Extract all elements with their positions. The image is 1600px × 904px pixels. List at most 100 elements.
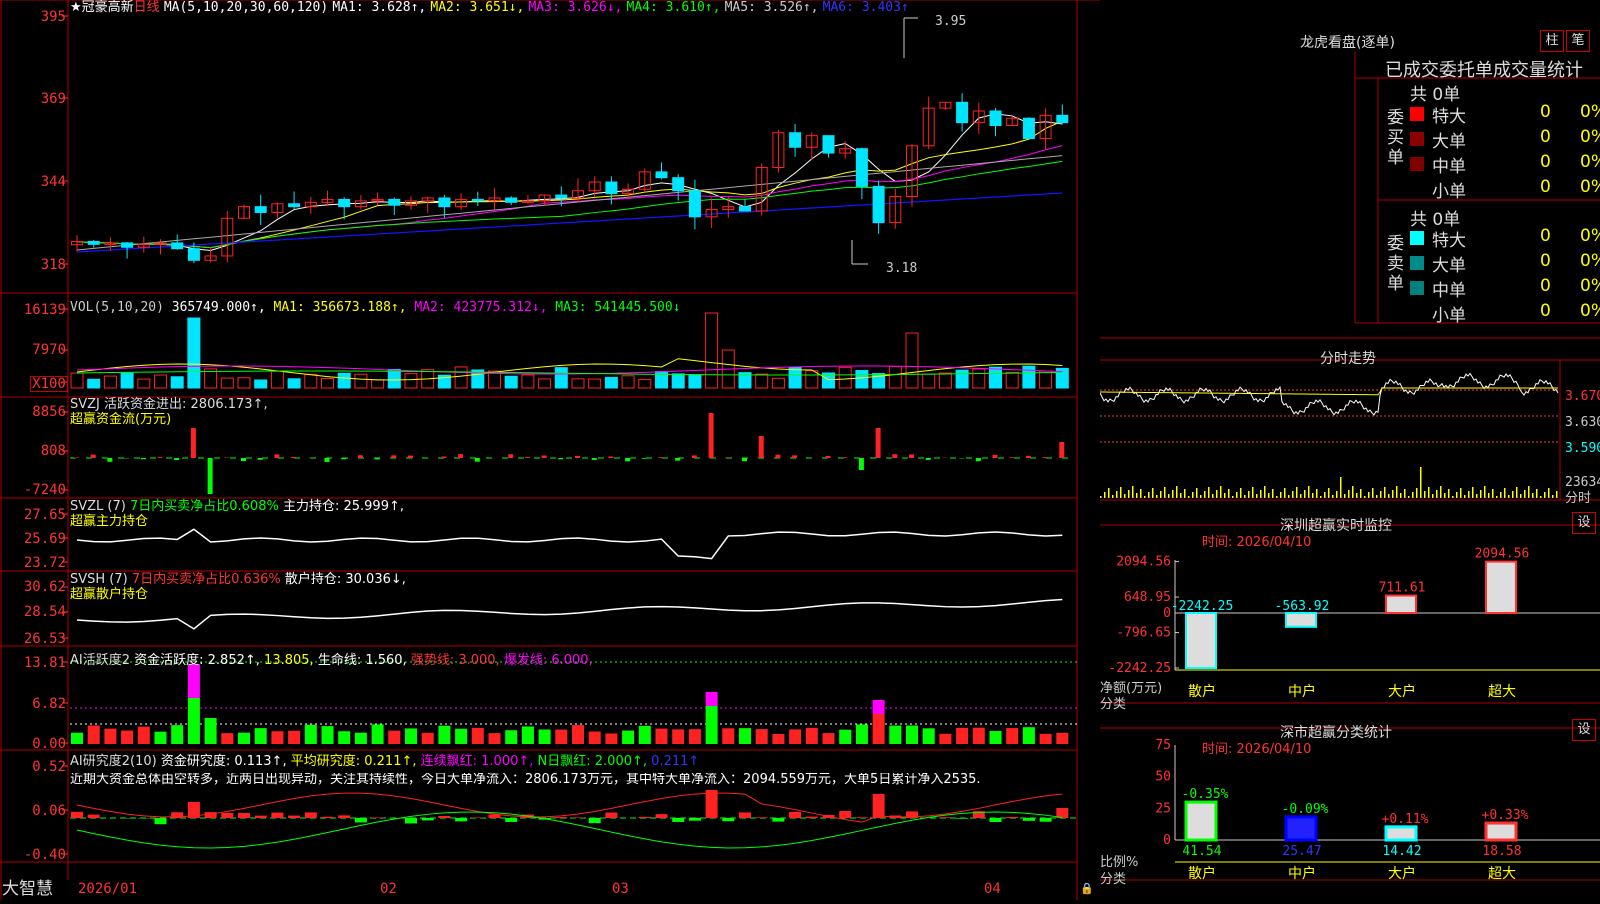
- brand-logo-text: 大智慧: [2, 880, 53, 898]
- flow-bar: [608, 456, 613, 458]
- buy-order-row: 特大00%: [1410, 102, 1600, 126]
- candle-body: [289, 204, 300, 207]
- ma3-value: MA3: 3.626↓,: [528, 0, 622, 15]
- research-bar: [238, 813, 250, 818]
- activity-bar: [656, 729, 668, 744]
- activity-bar: [572, 725, 584, 744]
- activity-bar: [1040, 734, 1052, 744]
- activity-bar: [238, 733, 250, 744]
- order-count: 0: [1540, 251, 1551, 271]
- volume-bar: [288, 379, 300, 388]
- fenshi-volume-bar: [1552, 495, 1554, 498]
- activity-bar: [455, 729, 467, 744]
- ma1-value: MA1: 3.628↑,: [332, 0, 426, 15]
- vol-unit-label[interactable]: X100: [30, 376, 68, 392]
- order-count: 0: [1540, 102, 1551, 122]
- class-y-label: 25: [1155, 801, 1171, 816]
- fenshi-volume-bar: [1548, 488, 1550, 498]
- svzj-axis-label: -7240: [0, 483, 66, 497]
- fenshi-volume-bar: [1160, 491, 1162, 498]
- bar-mode-button[interactable]: 柱: [1540, 30, 1564, 52]
- lock-icon[interactable]: 🔒: [1080, 882, 1094, 896]
- activity-bar: [288, 731, 300, 744]
- candle-body: [689, 191, 700, 217]
- svzj-axis-label: 8856: [0, 405, 66, 419]
- flow-bar: [358, 455, 363, 458]
- flow-bar: [909, 454, 914, 458]
- price-axis-label: 395: [0, 10, 66, 24]
- volume-bar: [104, 376, 116, 388]
- class-value-label: 14.42: [1382, 844, 1421, 859]
- activity-bar: [689, 729, 701, 744]
- fenshi-volume-bar: [1252, 487, 1254, 498]
- flow-bar: [508, 454, 513, 458]
- fenshi-volume-bar: [1452, 496, 1454, 498]
- volume-bar: [221, 378, 233, 388]
- class-category-label: 散户: [1188, 865, 1216, 882]
- order-type-label: 特大: [1432, 102, 1466, 127]
- flow-bar: [174, 458, 179, 460]
- sz-class-settings-button[interactable]: 设: [1572, 719, 1596, 741]
- buy-order-row: 小单00%: [1410, 177, 1600, 201]
- order-count: 0: [1540, 152, 1551, 172]
- ma-line: [77, 121, 1062, 248]
- activity-bar: [806, 728, 818, 744]
- ai-activity-axis-label: 13.81: [0, 656, 66, 670]
- research-bar: [288, 816, 300, 818]
- activity-bar: [355, 733, 367, 744]
- sz-monitor-settings-button[interactable]: 设: [1572, 512, 1596, 534]
- fenshi-volume-bar: [1228, 489, 1230, 498]
- volume-bar: [539, 379, 551, 388]
- price-axis-label: 369: [0, 92, 66, 106]
- volume-bar: [405, 374, 417, 388]
- fenshi-volume-bar: [1460, 488, 1462, 498]
- fenshi-volume-bar: [1464, 495, 1466, 498]
- monitor-category-label: 中户: [1288, 683, 1316, 700]
- volume-bar: [990, 367, 1002, 388]
- volume-bar: [322, 378, 334, 388]
- activity-peak: [873, 700, 885, 714]
- volume-bar: [238, 378, 250, 388]
- fenshi-price-label: 3.630: [1565, 416, 1600, 430]
- activity-bar: [672, 729, 684, 744]
- flow-bar: [1009, 457, 1014, 458]
- main-chart-area[interactable]: ★冠豪高新日线 MA(5,10,20,30,60,120) MA1: 3.628…: [0, 0, 1100, 900]
- research-bar: [71, 812, 83, 818]
- research-bar: [505, 818, 517, 822]
- fenshi-volume-bar: [1368, 492, 1370, 498]
- order-color-swatch: [1410, 107, 1424, 121]
- flow-bar: [274, 454, 279, 458]
- vol-ma1-line: [77, 359, 1062, 380]
- class-change-label: +0.11%: [1382, 812, 1429, 827]
- fenshi-volume-bar: [1320, 496, 1322, 498]
- flow-bar: [642, 458, 647, 459]
- fenshi-volume-bar: [1288, 495, 1290, 498]
- monitor-category-label: 超大: [1488, 684, 1516, 700]
- activity-bar: [505, 730, 517, 744]
- fenshi-volume-bar: [1436, 490, 1438, 498]
- order-color-swatch: [1410, 256, 1424, 270]
- sell-order-row: 中单00%: [1410, 276, 1600, 300]
- activity-bar: [255, 728, 267, 744]
- order-percent: 0%: [1580, 226, 1600, 246]
- activity-bar: [1023, 727, 1035, 744]
- fenshi-volume-bar: [1180, 493, 1182, 498]
- research-bar: [789, 812, 801, 818]
- svsh-subtitle: 超赢散户持仓: [70, 588, 148, 602]
- candle-body: [1057, 115, 1068, 122]
- lhkp-title: 龙虎看盘(逐单): [1300, 32, 1395, 52]
- ma5-value: MA5: 3.526↑,: [725, 0, 819, 15]
- flow-bar: [141, 458, 146, 459]
- ai-burst-line: 爆发线: 6.000,: [504, 653, 593, 668]
- fenshi-volume-bar: [1408, 496, 1410, 498]
- flow-bar: [1026, 456, 1031, 458]
- fenshi-volume-bar: [1164, 487, 1166, 498]
- order-type-label: 小单: [1432, 301, 1466, 326]
- flow-bar: [692, 455, 697, 458]
- class-change-label: -0.09%: [1282, 802, 1329, 817]
- fenshi-volume-bar: [1396, 486, 1398, 498]
- activity-bar: [639, 726, 651, 744]
- tick-mode-button[interactable]: 笔: [1566, 30, 1590, 52]
- ai-activity-title: AI活跃度2: [70, 653, 130, 668]
- candle-body: [506, 198, 517, 202]
